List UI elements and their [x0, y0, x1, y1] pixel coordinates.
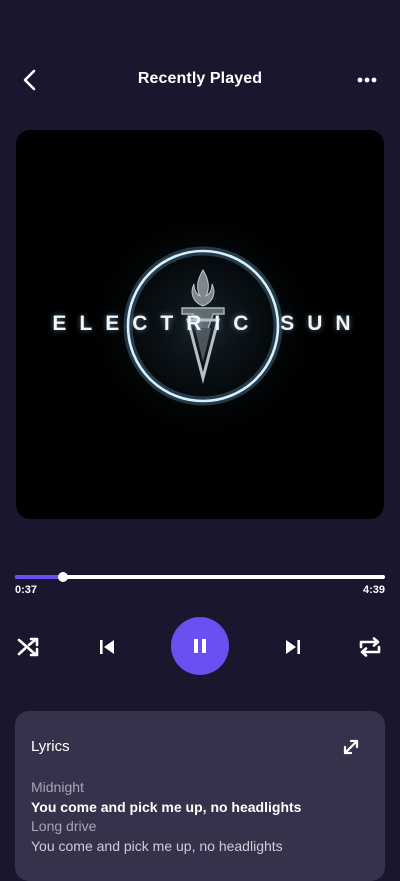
seek-bar[interactable] — [15, 572, 385, 582]
lyrics-heading: Lyrics — [31, 738, 70, 755]
previous-button[interactable] — [96, 636, 118, 658]
repeat-icon — [359, 637, 381, 657]
shuffle-button[interactable] — [16, 634, 42, 660]
pause-icon — [194, 639, 206, 653]
album-art: ELECTRIC SUN — [16, 130, 384, 519]
lyric-line-current: You come and pick me up, no headlights — [31, 798, 302, 815]
expand-lyrics-button[interactable] — [337, 733, 365, 761]
next-button[interactable] — [282, 636, 304, 658]
expand-icon — [343, 739, 359, 755]
playback-controls — [0, 617, 400, 675]
lyric-line: You come and pick me up, no headlights — [31, 837, 283, 854]
more-options-button[interactable] — [352, 66, 382, 94]
album-art-title: ELECTRIC SUN — [52, 312, 364, 335]
seek-track — [15, 575, 385, 579]
lyrics-lines: Midnight You come and pick me up, no hea… — [31, 778, 369, 856]
more-horizontal-icon — [357, 77, 377, 83]
seek-handle[interactable] — [58, 572, 69, 582]
skip-next-icon — [286, 640, 300, 654]
total-time: 4:39 — [362, 584, 385, 596]
lyric-line: Midnight — [31, 779, 84, 795]
seek-progress — [15, 575, 64, 579]
lyrics-card: Lyrics Midnight You come and pick me up,… — [15, 711, 385, 881]
repeat-button[interactable] — [357, 634, 383, 660]
top-bar: Recently Played — [0, 58, 400, 102]
page-title: Recently Played — [137, 70, 263, 87]
shuffle-icon — [17, 637, 39, 657]
current-time: 0:37 — [15, 584, 38, 596]
skip-previous-icon — [100, 640, 114, 654]
lyric-line: Long drive — [31, 818, 97, 834]
pause-button[interactable] — [171, 617, 229, 675]
